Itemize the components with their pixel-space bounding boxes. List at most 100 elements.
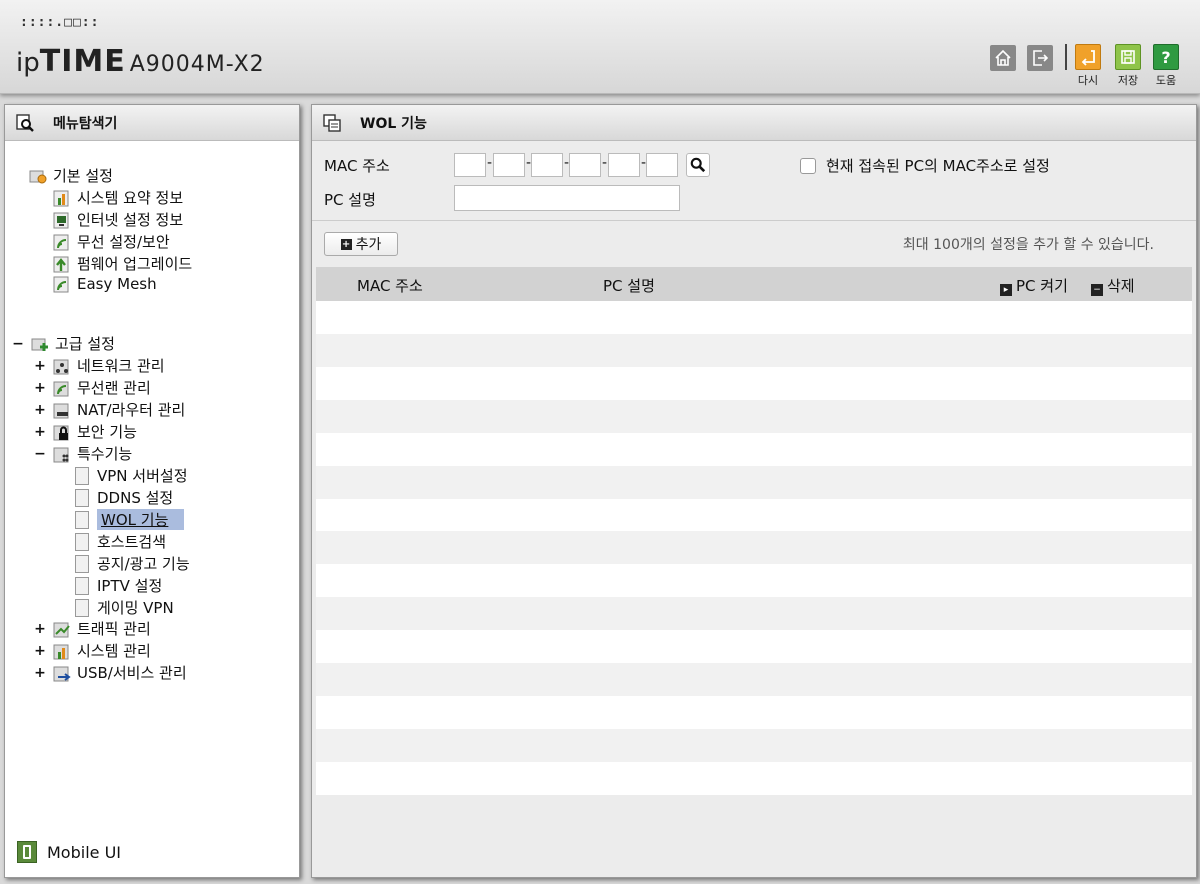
monitor-icon bbox=[53, 212, 69, 228]
logo-dots: ::::.□□:: bbox=[20, 15, 100, 30]
table-row bbox=[316, 630, 1192, 664]
logout-icon[interactable] bbox=[1027, 45, 1053, 71]
menu-ddns[interactable]: DDNS 설정 bbox=[75, 487, 173, 508]
tree-label: 기본 설정 bbox=[53, 167, 113, 185]
wifi-folder-icon bbox=[53, 381, 69, 396]
tree-label: NAT/라우터 관리 bbox=[77, 401, 186, 419]
traffic-icon bbox=[53, 622, 70, 637]
menu-notice-ad[interactable]: 공지/광고 기능 bbox=[75, 553, 190, 574]
column-wake: ▸ PC 켜기 bbox=[1000, 275, 1068, 296]
menu-label: Easy Mesh bbox=[77, 275, 157, 293]
special-folder-icon bbox=[53, 447, 69, 462]
mac-separator: - bbox=[602, 155, 608, 171]
add-row: + 추가 최대 100개의 설정을 추가 할 수 있습니다. bbox=[312, 221, 1196, 267]
menu-wireless-security[interactable]: 무선 설정/보안 bbox=[53, 231, 170, 252]
help-label: 도움 bbox=[1155, 74, 1177, 87]
logo-time-text: TIME bbox=[39, 44, 126, 79]
router-icon bbox=[53, 403, 69, 418]
table-row bbox=[316, 399, 1192, 433]
tree-nat-router-mgmt[interactable]: + NAT/라우터 관리 bbox=[33, 399, 185, 420]
save-button[interactable]: 저장 bbox=[1114, 44, 1142, 88]
tree-usb-service-mgmt[interactable]: + USB/서비스 관리 bbox=[33, 662, 187, 683]
collapse-toggle[interactable]: − bbox=[33, 446, 47, 462]
mac-octet-1[interactable] bbox=[454, 153, 486, 177]
table-row bbox=[316, 531, 1192, 565]
pc-desc-input[interactable] bbox=[454, 185, 680, 211]
current-pc-checkbox[interactable] bbox=[800, 157, 816, 174]
tree-label: 고급 설정 bbox=[55, 335, 115, 353]
table-row bbox=[316, 728, 1192, 762]
table-row bbox=[316, 663, 1192, 697]
tree-label: 시스템 관리 bbox=[77, 642, 151, 660]
menu-internet-info[interactable]: 인터넷 설정 정보 bbox=[53, 209, 183, 230]
save-label: 저장 bbox=[1117, 74, 1139, 87]
menu-label: 인터넷 설정 정보 bbox=[77, 211, 184, 229]
collapse-toggle[interactable]: − bbox=[11, 336, 25, 352]
mac-octet-3[interactable] bbox=[531, 153, 563, 177]
plus-icon: + bbox=[340, 238, 352, 250]
menu-host-search[interactable]: 호스트검색 bbox=[75, 531, 166, 552]
menu-label: 펌웨어 업그레이드 bbox=[77, 255, 193, 273]
tree-system-mgmt[interactable]: + 시스템 관리 bbox=[33, 640, 151, 661]
mobile-ui-label: Mobile UI bbox=[47, 842, 121, 862]
add-button[interactable]: + 추가 bbox=[324, 232, 398, 256]
menu-easy-mesh[interactable]: Easy Mesh bbox=[53, 275, 157, 293]
windows-icon bbox=[323, 113, 341, 132]
undo-button[interactable]: 다시 bbox=[1074, 44, 1102, 88]
mobile-ui-link[interactable]: Mobile UI bbox=[17, 841, 121, 863]
tree-special-functions[interactable]: − 특수기능 bbox=[33, 443, 132, 464]
tree-network-mgmt[interactable]: + 네트워크 관리 bbox=[33, 355, 164, 376]
table-row bbox=[316, 366, 1192, 400]
expand-toggle[interactable]: + bbox=[33, 402, 47, 418]
table-row bbox=[316, 432, 1192, 466]
current-pc-option[interactable]: 현재 접속된 PC의 MAC주소로 설정 bbox=[800, 155, 1050, 176]
network-icon bbox=[53, 359, 69, 374]
expand-toggle[interactable]: + bbox=[33, 380, 47, 396]
tree-basic-settings[interactable]: 기본 설정 bbox=[29, 165, 113, 186]
page-icon bbox=[75, 466, 89, 485]
expand-toggle[interactable]: + bbox=[33, 621, 47, 637]
mac-label: MAC 주소 bbox=[324, 157, 390, 175]
mac-octet-4[interactable] bbox=[569, 153, 601, 177]
folder-plus-icon bbox=[31, 338, 48, 351]
menu-gaming-vpn[interactable]: 게이밍 VPN bbox=[75, 597, 174, 618]
iptime-logo: ip TIME A9004M-X2 bbox=[16, 44, 265, 79]
system-chart-icon bbox=[53, 644, 69, 659]
power-on-icon: ▸ bbox=[1000, 284, 1012, 296]
expand-toggle[interactable]: + bbox=[33, 665, 47, 681]
page-icon bbox=[75, 488, 89, 507]
undo-label: 다시 bbox=[1077, 74, 1099, 87]
menu-system-summary[interactable]: 시스템 요약 정보 bbox=[53, 187, 183, 208]
menu-label: IPTV 설정 bbox=[97, 577, 163, 595]
tree-advanced-settings[interactable]: − 고급 설정 bbox=[11, 333, 115, 354]
mac-octet-6[interactable] bbox=[646, 153, 678, 177]
expand-toggle[interactable]: + bbox=[33, 424, 47, 440]
wol-table-body bbox=[316, 301, 1192, 795]
expand-toggle[interactable]: + bbox=[33, 643, 47, 659]
undo-icon bbox=[1075, 44, 1101, 70]
help-button[interactable]: ? 도움 bbox=[1152, 44, 1180, 88]
wol-form: MAC 주소 PC 설명 - - - - - 현재 접속된 PC의 MAC주소로… bbox=[312, 141, 1196, 221]
tree-security-functions[interactable]: + 보안 기능 bbox=[33, 421, 137, 442]
mac-search-button[interactable] bbox=[686, 153, 710, 177]
menu-label: DDNS 설정 bbox=[97, 489, 174, 507]
wifi-icon bbox=[53, 234, 69, 250]
menu-firmware-upgrade[interactable]: 펌웨어 업그레이드 bbox=[53, 253, 192, 274]
mac-octet-5[interactable] bbox=[608, 153, 640, 177]
column-delete: − 삭제 bbox=[1091, 275, 1135, 296]
table-row bbox=[316, 465, 1192, 499]
menu-label: 게이밍 VPN bbox=[97, 599, 174, 617]
mac-octet-2[interactable] bbox=[493, 153, 525, 177]
menu-iptv[interactable]: IPTV 설정 bbox=[75, 575, 162, 596]
home-icon[interactable] bbox=[990, 45, 1016, 71]
pc-desc-label: PC 설명 bbox=[324, 191, 376, 209]
tree-traffic-mgmt[interactable]: + 트래픽 관리 bbox=[33, 618, 151, 639]
expand-toggle[interactable]: + bbox=[33, 358, 47, 374]
mesh-icon bbox=[53, 276, 69, 293]
menu-wol[interactable]: WOL 기능 bbox=[75, 509, 185, 530]
chart-icon bbox=[53, 190, 69, 206]
usb-icon bbox=[53, 666, 71, 681]
menu-label: 무선 설정/보안 bbox=[77, 233, 170, 251]
menu-vpn-server[interactable]: VPN 서버설정 bbox=[75, 465, 188, 486]
tree-wireless-mgmt[interactable]: + 무선랜 관리 bbox=[33, 377, 151, 398]
